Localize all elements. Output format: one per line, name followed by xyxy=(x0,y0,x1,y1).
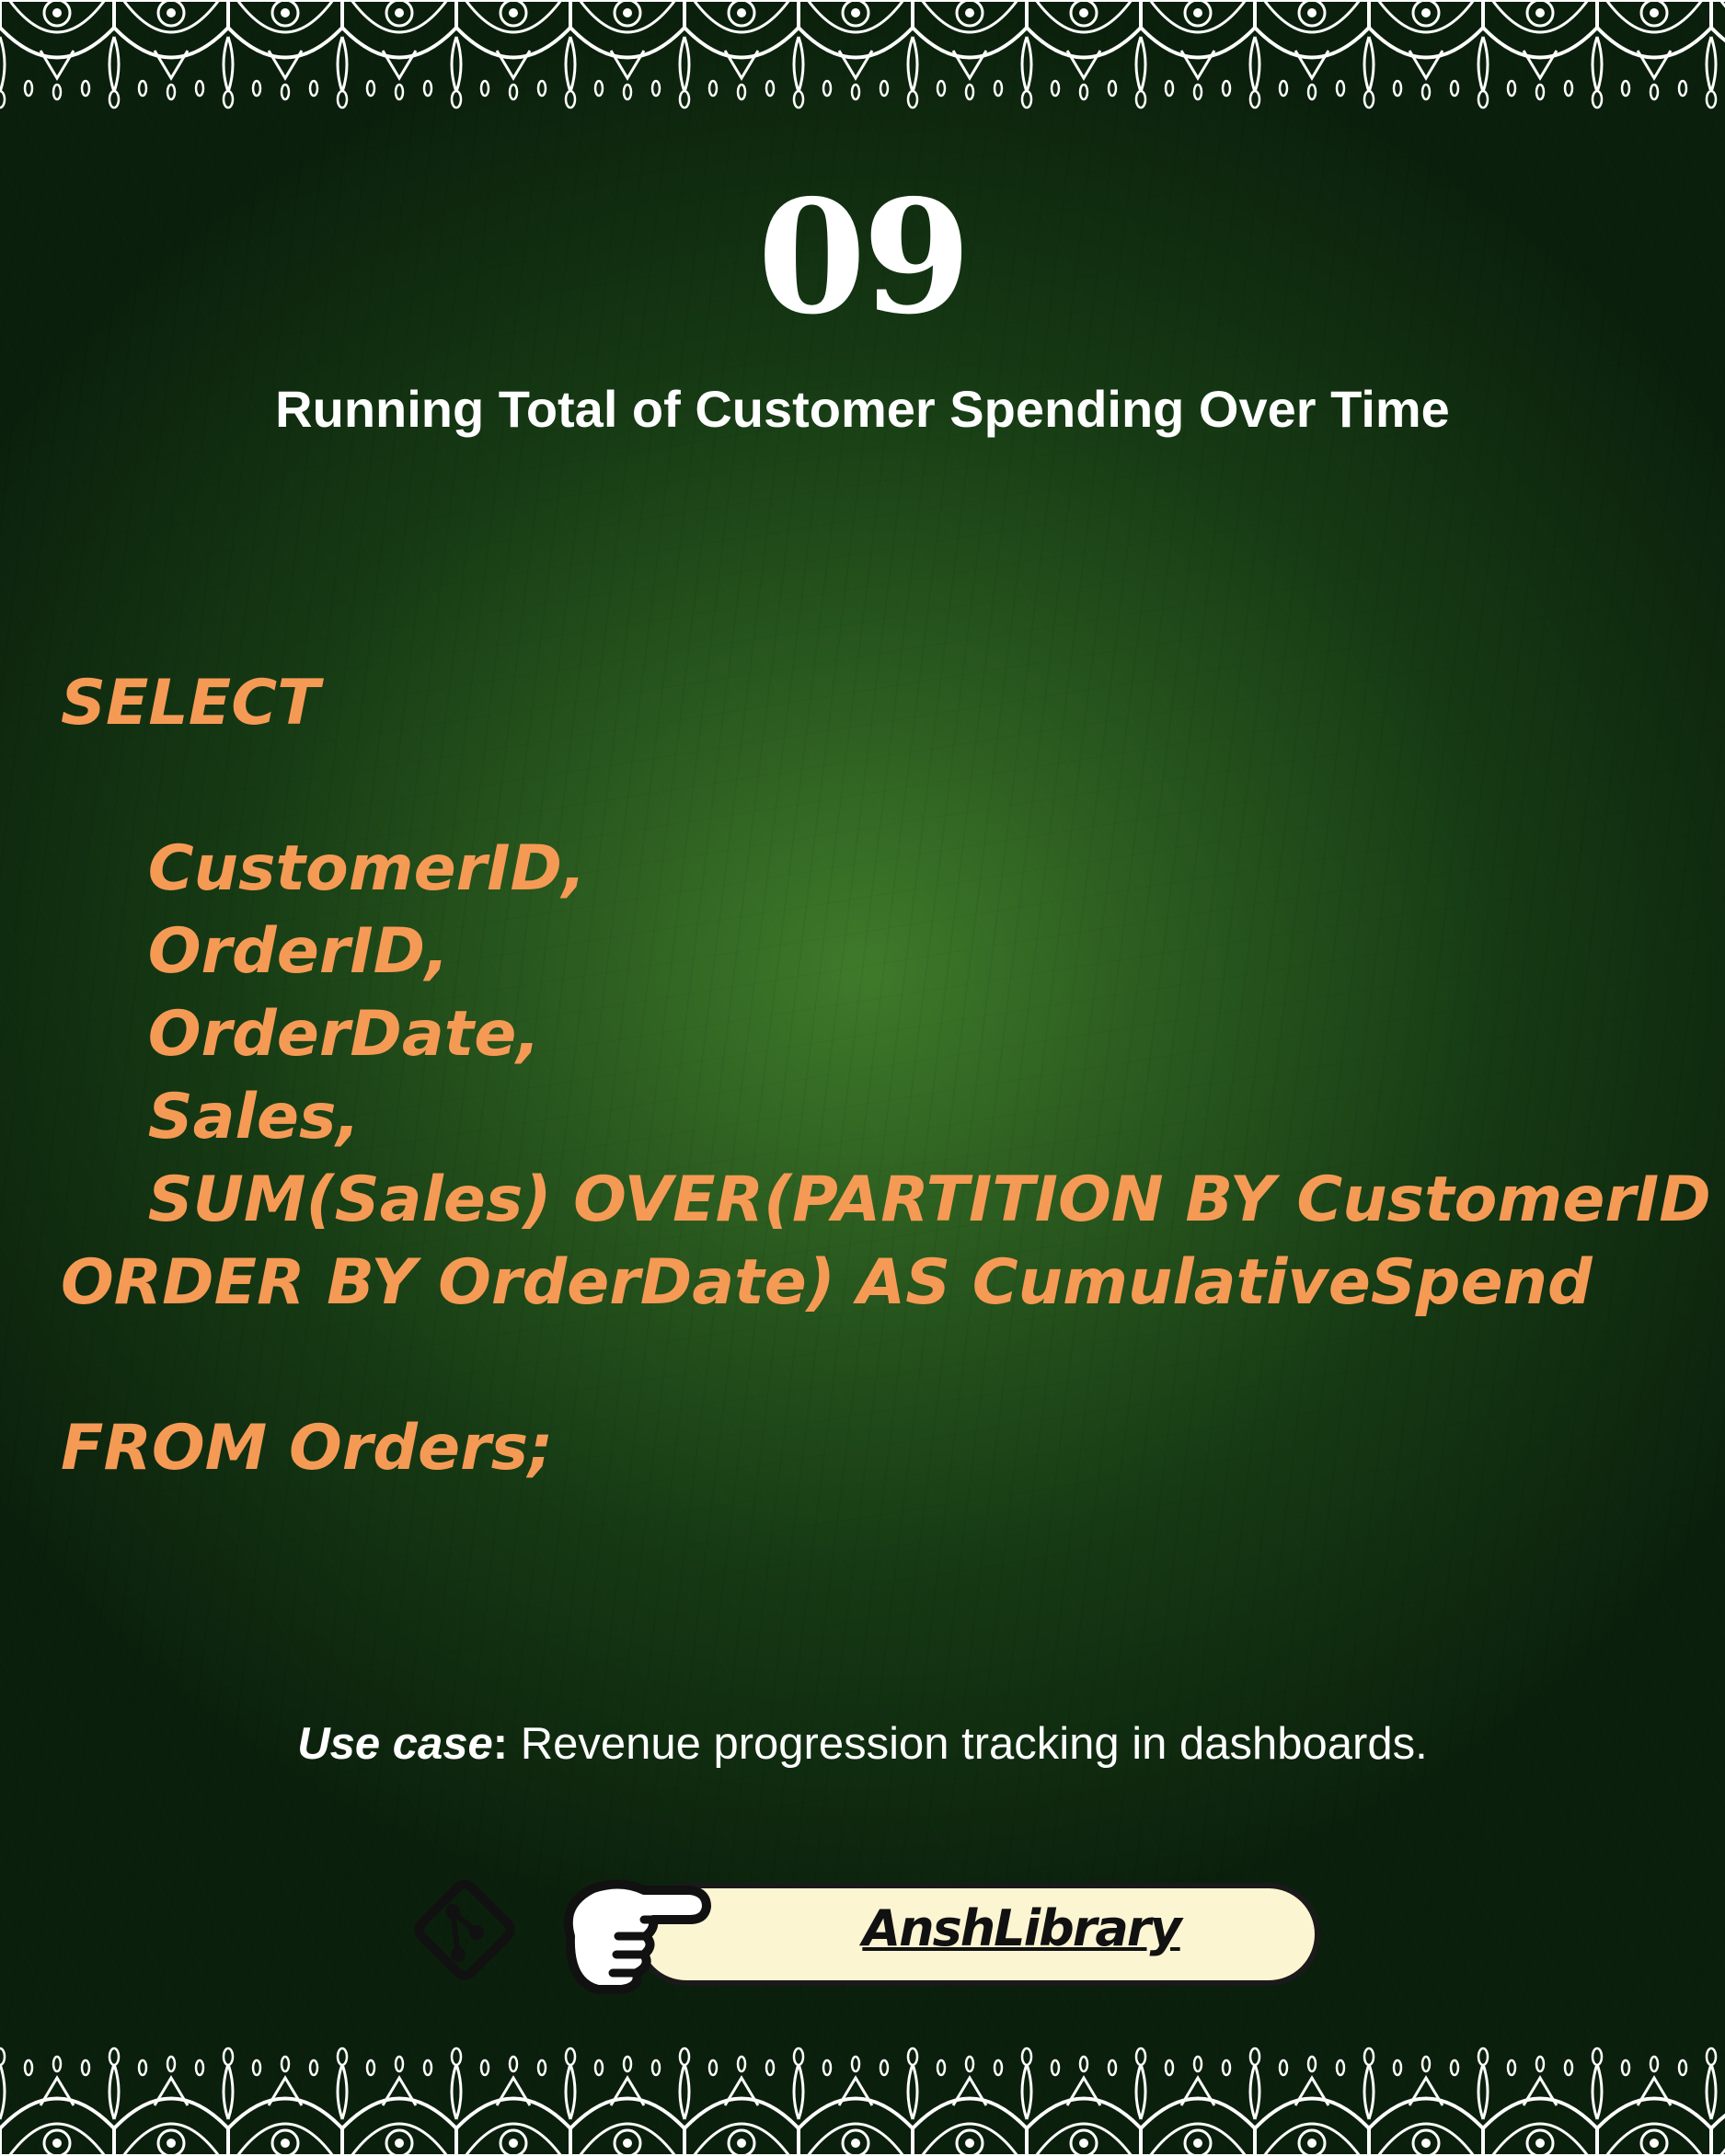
bottom-ornament-border xyxy=(0,2041,1725,2156)
use-case-text: Use case: Revenue progression tracking i… xyxy=(0,1718,1725,1770)
sql-code-block: SELECT CustomerID, OrderID, OrderDate, S… xyxy=(61,662,1711,1490)
slide-number: 09 xyxy=(757,166,972,350)
footer-brand: AnshLibrary xyxy=(405,1863,1320,2010)
code-line: CustomerID, xyxy=(61,832,586,905)
use-case-description: Revenue progression tracking in dashboar… xyxy=(508,1719,1428,1769)
code-line: ORDER BY OrderDate) AS CumulativeSpend xyxy=(61,1246,1593,1319)
brand-name[interactable]: AnshLibrary xyxy=(773,1899,1270,1957)
code-line: Sales, xyxy=(61,1081,361,1153)
code-line: SELECT xyxy=(61,667,320,740)
use-case-colon: : xyxy=(492,1719,509,1769)
slide: { "slide": { "number": "09", "title": "R… xyxy=(0,0,1725,2156)
git-branch-icon xyxy=(414,1879,515,1980)
brand-link[interactable]: AnshLibrary xyxy=(552,1872,1642,1994)
pointing-hand-icon xyxy=(563,1879,711,1994)
code-line: FROM Orders; xyxy=(61,1412,554,1485)
top-ornament-border xyxy=(0,0,1725,115)
use-case-label: Use case xyxy=(297,1719,493,1769)
slide-title: Running Total of Customer Spending Over … xyxy=(275,380,1450,438)
code-line: SUM(Sales) OVER(PARTITION BY CustomerID xyxy=(61,1164,1711,1236)
code-line: OrderID, xyxy=(61,915,449,988)
code-line: OrderDate, xyxy=(61,998,541,1071)
